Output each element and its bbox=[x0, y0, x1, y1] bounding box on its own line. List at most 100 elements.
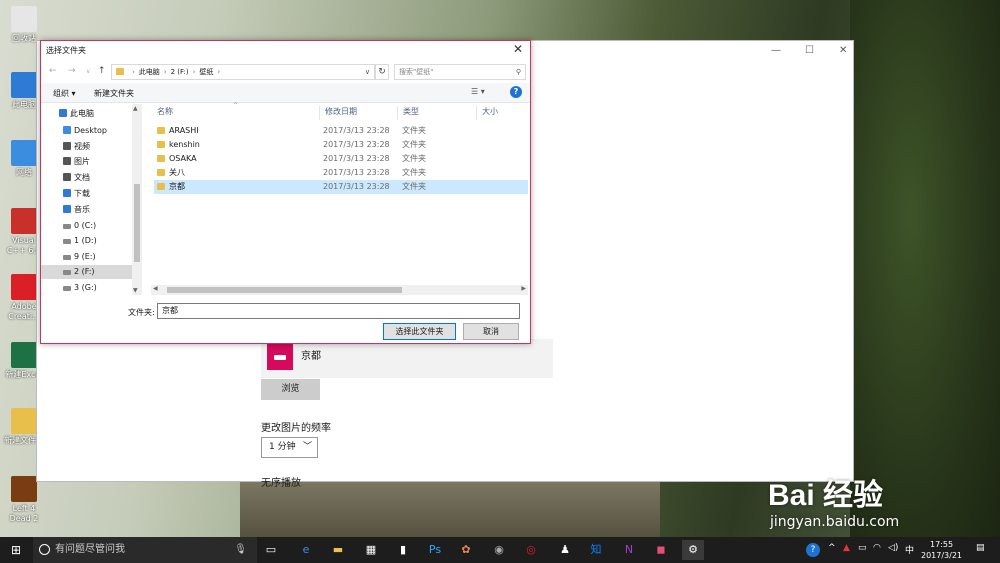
input-method-indicator[interactable]: 中 bbox=[905, 543, 914, 556]
breadcrumb-chevron-icon: › bbox=[132, 68, 135, 76]
chevron-up-icon[interactable]: ^ bbox=[828, 543, 836, 553]
notes-icon[interactable]: ▮ bbox=[392, 540, 414, 560]
column-size[interactable]: 大小 bbox=[482, 106, 498, 117]
baidu-watermark: Bai 经验 jingyan.baidu.com bbox=[768, 470, 899, 530]
battery-icon[interactable]: ▭ bbox=[858, 543, 867, 553]
browse-button[interactable]: 浏览 bbox=[261, 379, 320, 400]
scroll-thumb[interactable] bbox=[134, 184, 140, 262]
breadcrumb-drive[interactable]: 2 (F:) bbox=[171, 68, 189, 76]
tree-item-drive-c[interactable]: 0 (C:) bbox=[63, 219, 96, 233]
view-options-icon[interactable]: ☰ ▾ bbox=[471, 87, 485, 96]
breadcrumb-wallpaper[interactable]: 壁纸 bbox=[199, 68, 213, 76]
app-pink-icon[interactable]: ◼ bbox=[650, 540, 672, 560]
tree-item-desktop[interactable]: Desktop bbox=[63, 124, 107, 138]
video-icon bbox=[63, 142, 71, 150]
scroll-left-icon[interactable]: ◀ bbox=[153, 285, 158, 292]
clock-date: 2017/3/21 bbox=[921, 551, 963, 560]
tray-app-icon[interactable]: ▲ bbox=[843, 543, 850, 553]
photoshop-icon[interactable]: Ps bbox=[424, 540, 446, 560]
volume-icon[interactable]: ◁) bbox=[888, 543, 898, 553]
column-divider[interactable] bbox=[319, 106, 320, 120]
tree-item-downloads[interactable]: 下载 bbox=[63, 187, 90, 201]
column-date[interactable]: 修改日期 bbox=[325, 106, 357, 117]
file-row[interactable]: 关八 2017/3/13 23:28 文件夹 bbox=[154, 166, 528, 180]
new-folder-button[interactable]: 新建文件夹 bbox=[94, 88, 134, 99]
tree-item-drive-e[interactable]: 9 (E:) bbox=[63, 250, 96, 264]
windows-start-icon[interactable]: ⊞ bbox=[11, 544, 23, 556]
tree-item-documents[interactable]: 文档 bbox=[63, 171, 90, 185]
cortana-search-box[interactable]: 有问题尽管问我 🎙 bbox=[33, 537, 257, 563]
list-scrollbar[interactable]: ◀ ▶ bbox=[151, 285, 528, 295]
photo-app-icon[interactable]: ✿ bbox=[455, 540, 477, 560]
clock-time: 17:55 bbox=[929, 540, 954, 549]
file-row[interactable]: OSAKA 2017/3/13 23:28 文件夹 bbox=[154, 152, 528, 166]
refresh-icon[interactable]: ↻ bbox=[375, 64, 389, 80]
column-divider[interactable] bbox=[397, 106, 398, 120]
up-arrow-icon[interactable]: ↑ bbox=[98, 66, 106, 76]
search-input[interactable]: 搜索"壁纸" ⚲ bbox=[394, 64, 526, 80]
microphone-icon[interactable]: 🎙 bbox=[234, 537, 247, 563]
address-bar[interactable]: › 此电脑 › 2 (F:) › 壁纸 › ∨ bbox=[111, 64, 375, 80]
adobe-cc-icon bbox=[11, 274, 37, 300]
tree-item-this-pc[interactable]: 此电脑 bbox=[59, 107, 94, 121]
edge-icon[interactable]: e bbox=[295, 540, 317, 560]
computer-icon bbox=[11, 72, 37, 98]
tree-scrollbar[interactable]: ▲ ▼ bbox=[132, 104, 142, 295]
dialog-close-button[interactable]: ✕ bbox=[513, 42, 523, 56]
left4dead-icon bbox=[11, 476, 37, 502]
minimize-button[interactable]: — bbox=[771, 45, 781, 56]
store-icon[interactable]: ▦ bbox=[360, 540, 382, 560]
folder-field[interactable]: 京都 bbox=[157, 303, 520, 319]
tree-item-label: 视频 bbox=[74, 142, 90, 151]
cancel-button[interactable]: 取消 bbox=[463, 323, 519, 340]
column-type[interactable]: 类型 bbox=[403, 106, 419, 117]
tree-item-pictures[interactable]: 图片 bbox=[63, 155, 90, 169]
recycle-bin-icon bbox=[11, 6, 37, 32]
tree-item-drive-d[interactable]: 1 (D:) bbox=[63, 234, 97, 248]
scroll-up-icon[interactable]: ▲ bbox=[133, 105, 138, 112]
forward-arrow-icon[interactable]: → bbox=[68, 66, 76, 76]
qq-icon[interactable]: ♟ bbox=[554, 540, 576, 560]
scroll-thumb[interactable] bbox=[167, 287, 402, 293]
search-icon: ⚲ bbox=[515, 68, 521, 76]
scroll-down-icon[interactable]: ▼ bbox=[133, 287, 138, 294]
notifications-icon[interactable]: ▤ bbox=[976, 543, 985, 553]
settings-icon[interactable]: ⚙ bbox=[682, 540, 704, 560]
help-tray-icon[interactable]: ? bbox=[806, 543, 820, 557]
back-arrow-icon[interactable]: ← bbox=[49, 66, 57, 76]
netease-music-icon[interactable]: ◎ bbox=[520, 540, 542, 560]
tree-item-label: Desktop bbox=[74, 126, 107, 135]
tree-item-drive-g[interactable]: 3 (G:) bbox=[63, 281, 97, 295]
tree-item-music[interactable]: 音乐 bbox=[63, 203, 90, 217]
file-row[interactable]: ARASHI 2017/3/13 23:28 文件夹 bbox=[154, 124, 528, 138]
file-explorer-icon[interactable]: ▬ bbox=[327, 540, 349, 560]
file-row[interactable]: kenshin 2017/3/13 23:28 文件夹 bbox=[154, 138, 528, 152]
tree-item-drive-f[interactable]: 2 (F:) bbox=[41, 265, 132, 279]
zhihu-icon[interactable]: 知 bbox=[585, 540, 607, 560]
tree-item-videos[interactable]: 视频 bbox=[63, 140, 90, 154]
desktop-icon-left4dead[interactable]: Left 4 Dead 2 bbox=[4, 476, 44, 524]
file-row-selected[interactable]: 京都 2017/3/13 23:28 文件夹 bbox=[154, 180, 528, 194]
select-folder-dialog: 选择文件夹 ✕ ← → ∨ ↑ › 此电脑 › 2 (F:) › 壁纸 › ∨ ↻ 搜索"壁… bbox=[40, 40, 531, 344]
task-view-icon[interactable]: ▭ bbox=[260, 540, 282, 560]
maximize-button[interactable]: ☐ bbox=[805, 45, 814, 56]
close-button[interactable]: ✕ bbox=[839, 45, 847, 56]
onenote-icon[interactable]: N bbox=[618, 540, 640, 560]
clock[interactable]: 17:55 2017/3/21 bbox=[921, 539, 962, 561]
organize-button[interactable]: 组织 ▾ bbox=[53, 88, 76, 99]
select-folder-button[interactable]: 选择此文件夹 bbox=[383, 323, 456, 340]
column-divider[interactable] bbox=[476, 106, 477, 120]
address-dropdown-icon[interactable]: ∨ bbox=[365, 65, 370, 79]
column-name[interactable]: 名称 bbox=[157, 106, 173, 117]
help-icon[interactable]: ? bbox=[510, 86, 522, 98]
navigation-bar: ← → ∨ ↑ › 此电脑 › 2 (F:) › 壁纸 › ∨ ↻ 搜索"壁纸" ⚲ bbox=[41, 63, 530, 81]
visual-cpp-icon bbox=[11, 208, 37, 234]
desktop-icon-recycle-bin[interactable]: 回收站 bbox=[4, 6, 44, 44]
network-icon[interactable]: ◠ bbox=[873, 543, 881, 553]
scroll-right-icon[interactable]: ▶ bbox=[521, 285, 526, 292]
breadcrumb-chevron-icon: › bbox=[192, 68, 196, 76]
camera-icon[interactable]: ◉ bbox=[488, 540, 510, 560]
breadcrumb-this-pc[interactable]: 此电脑 bbox=[139, 68, 160, 76]
recent-dropdown-icon[interactable]: ∨ bbox=[86, 68, 90, 75]
frequency-select[interactable]: 1 分钟 ﹀ bbox=[261, 437, 318, 458]
